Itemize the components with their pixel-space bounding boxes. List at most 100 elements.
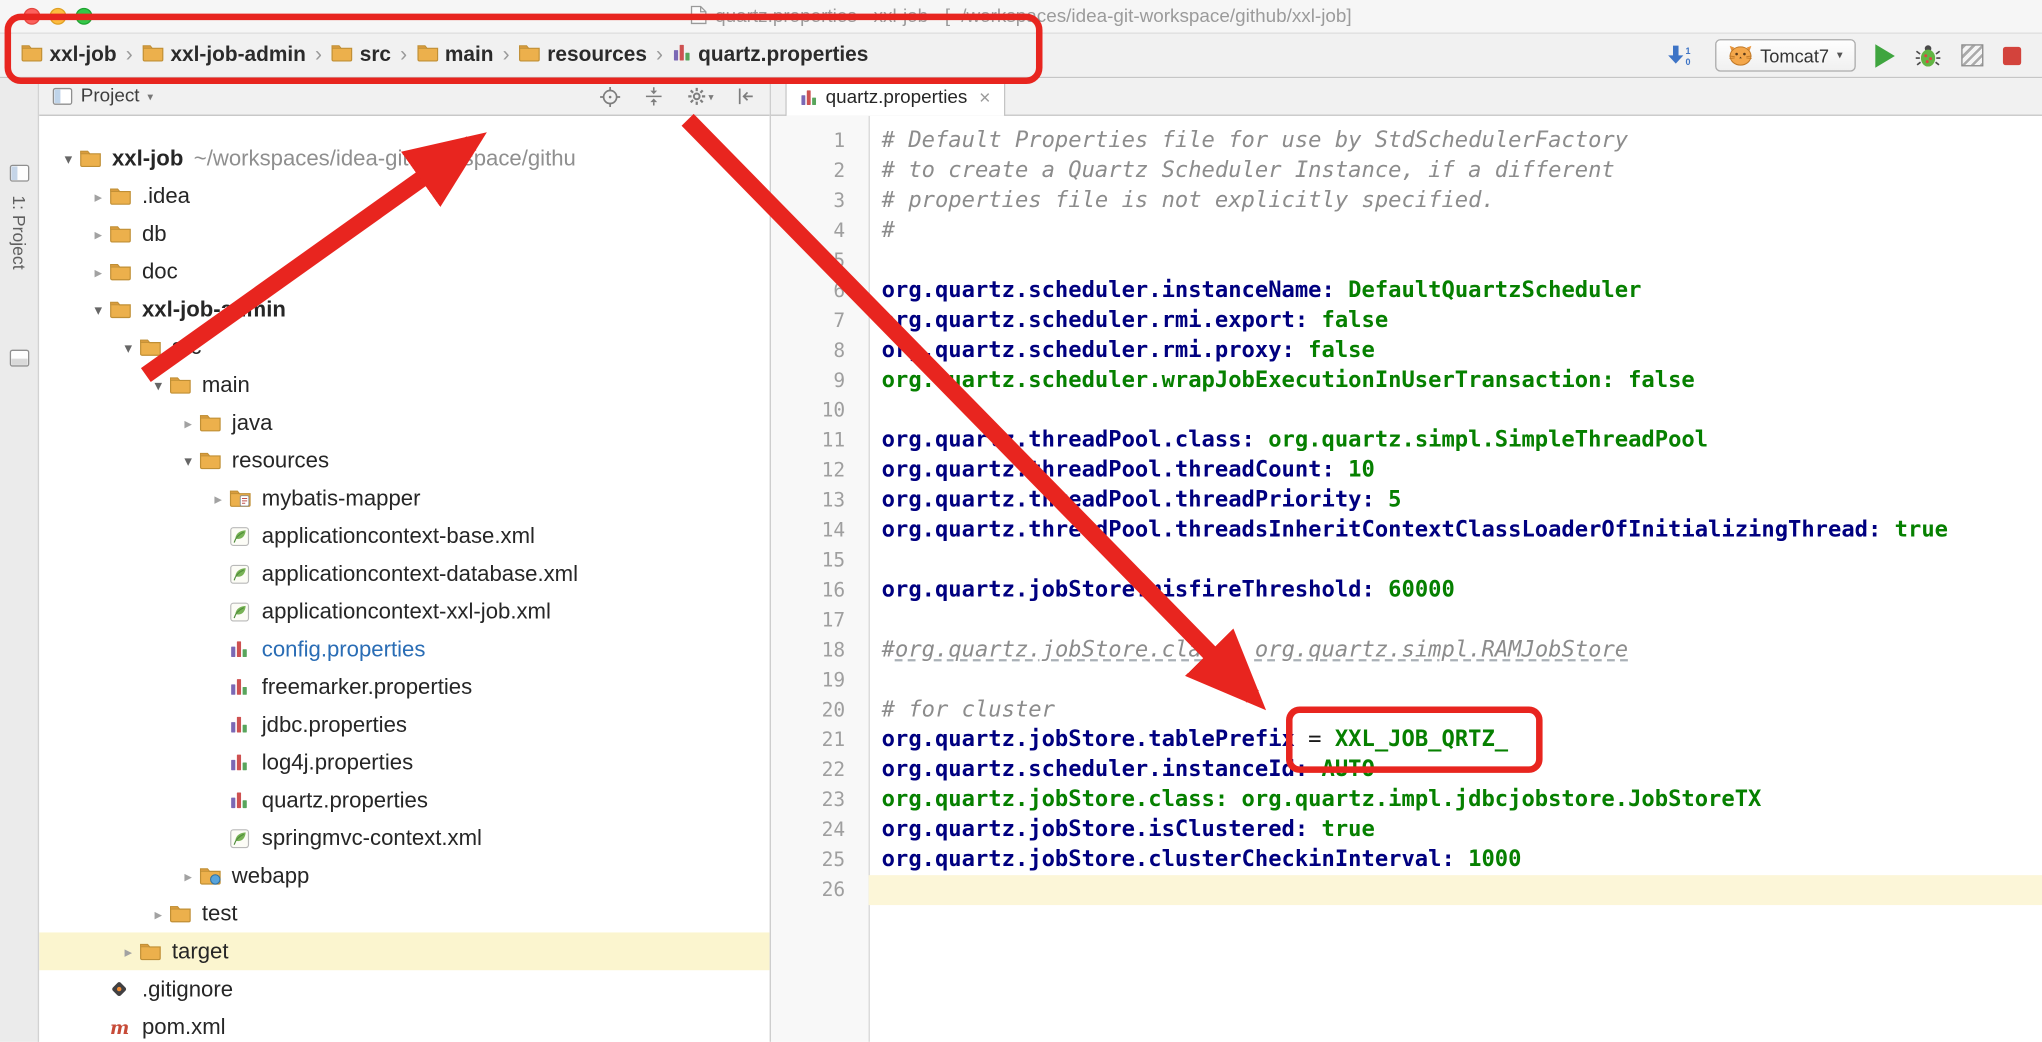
tree-item[interactable]: ▸java: [39, 404, 770, 442]
line-number[interactable]: 5: [771, 246, 869, 276]
tree-item[interactable]: ▸.idea: [39, 177, 770, 215]
project-tool-window-button[interactable]: 1: Project: [9, 195, 29, 269]
tree-item[interactable]: freemarker.properties: [39, 668, 770, 706]
run-config-selector[interactable]: Tomcat7 ▾: [1715, 39, 1856, 72]
code-line[interactable]: 9org.quartz.scheduler.wrapJobExecutionIn…: [771, 366, 2042, 396]
line-number[interactable]: 2: [771, 156, 869, 186]
line-number[interactable]: 8: [771, 336, 869, 366]
code-line[interactable]: 8org.quartz.scheduler.rmi.proxy: false: [771, 336, 2042, 366]
line-number[interactable]: 10: [771, 396, 869, 426]
line-number[interactable]: 12: [771, 456, 869, 486]
expand-arrow-icon[interactable]: ▸: [117, 942, 139, 960]
tree-item[interactable]: springmvc-context.xml: [39, 819, 770, 857]
tree-item[interactable]: ▾xxl-job~/workspaces/idea-git-workspace/…: [39, 139, 770, 177]
line-number[interactable]: 21: [771, 725, 869, 755]
tree-item[interactable]: ▾src: [39, 328, 770, 366]
code-line[interactable]: 21org.quartz.jobStore.tablePrefix = XXL_…: [771, 725, 2042, 755]
line-number[interactable]: 23: [771, 785, 869, 815]
breadcrumb-item[interactable]: xxl-job-admin: [142, 42, 306, 68]
expand-arrow-icon[interactable]: ▸: [87, 225, 109, 243]
tree-item[interactable]: ▸target: [39, 932, 770, 970]
line-number[interactable]: 20: [771, 695, 869, 725]
expand-arrow-icon[interactable]: ▸: [177, 867, 199, 885]
code-line[interactable]: 20# for cluster: [771, 695, 2042, 725]
collapse-button[interactable]: [643, 86, 664, 107]
line-number[interactable]: 9: [771, 366, 869, 396]
line-number[interactable]: 13: [771, 486, 869, 516]
editor-content[interactable]: 1# Default Properties file for use by St…: [771, 116, 2042, 1042]
line-number[interactable]: 3: [771, 186, 869, 216]
line-number[interactable]: 1: [771, 126, 869, 156]
line-number[interactable]: 16: [771, 576, 869, 606]
line-number[interactable]: 26: [771, 875, 869, 905]
tree-item[interactable]: config.properties: [39, 630, 770, 668]
code-line[interactable]: 7org.quartz.scheduler.rmi.export: false: [771, 306, 2042, 336]
line-number[interactable]: 22: [771, 755, 869, 785]
line-number[interactable]: 14: [771, 516, 869, 546]
tree-item[interactable]: mpom.xml: [39, 1008, 770, 1042]
expand-arrow-icon[interactable]: ▾: [87, 300, 109, 318]
expand-arrow-icon[interactable]: ▾: [57, 149, 79, 167]
tool-window-button-icon-2[interactable]: [9, 349, 30, 374]
expand-arrow-icon[interactable]: ▸: [87, 262, 109, 280]
breadcrumb-item[interactable]: resources: [519, 42, 647, 68]
tool-window-button-icon-1[interactable]: [9, 164, 30, 189]
expand-arrow-icon[interactable]: ▸: [207, 489, 229, 507]
expand-arrow-icon[interactable]: ▾: [117, 338, 139, 356]
tree-item[interactable]: applicationcontext-xxl-job.xml: [39, 593, 770, 631]
line-number[interactable]: 19: [771, 665, 869, 695]
tree-item[interactable]: applicationcontext-database.xml: [39, 555, 770, 593]
expand-arrow-icon[interactable]: ▸: [87, 187, 109, 205]
tree-item[interactable]: ▾xxl-job-admin: [39, 290, 770, 328]
code-line[interactable]: 3# properties file is not explicitly spe…: [771, 186, 2042, 216]
code-line[interactable]: 10: [771, 396, 2042, 426]
line-number[interactable]: 11: [771, 426, 869, 456]
expand-arrow-icon[interactable]: ▾: [147, 376, 169, 394]
code-line[interactable]: 16org.quartz.jobStore.misfireThreshold: …: [771, 576, 2042, 606]
code-line[interactable]: 18#org.quartz.jobStore.class: org.quartz…: [771, 636, 2042, 666]
line-number[interactable]: 17: [771, 606, 869, 636]
tree-item[interactable]: log4j.properties: [39, 744, 770, 782]
debug-button[interactable]: [1914, 42, 1941, 69]
code-line[interactable]: 2# to create a Quartz Scheduler Instance…: [771, 156, 2042, 186]
tree-item[interactable]: ▸mybatis-mapper: [39, 479, 770, 517]
code-line[interactable]: 15: [771, 546, 2042, 576]
update-project-button[interactable]: 1 0: [1665, 44, 1695, 66]
code-line[interactable]: 6org.quartz.scheduler.instanceName: Defa…: [771, 276, 2042, 306]
breadcrumb-item[interactable]: main: [416, 42, 493, 68]
tree-item[interactable]: ▸doc: [39, 253, 770, 291]
code-line[interactable]: 26: [771, 875, 2042, 905]
code-line[interactable]: 19: [771, 665, 2042, 695]
expand-arrow-icon[interactable]: ▾: [177, 451, 199, 469]
line-number[interactable]: 4: [771, 216, 869, 246]
code-line[interactable]: 1# Default Properties file for use by St…: [771, 126, 2042, 156]
run-button[interactable]: [1875, 44, 1895, 67]
locate-button[interactable]: [599, 85, 621, 107]
tab-close-icon[interactable]: ×: [979, 87, 990, 109]
line-number[interactable]: 18: [771, 636, 869, 666]
tree-item[interactable]: jdbc.properties: [39, 706, 770, 744]
editor-tab[interactable]: quartz.properties ×: [785, 78, 1005, 116]
code-line[interactable]: 11org.quartz.threadPool.class: org.quart…: [771, 426, 2042, 456]
code-line[interactable]: 4#: [771, 216, 2042, 246]
tree-item[interactable]: quartz.properties: [39, 781, 770, 819]
code-line[interactable]: 12org.quartz.threadPool.threadCount: 10: [771, 456, 2042, 486]
line-number[interactable]: 24: [771, 815, 869, 845]
line-number[interactable]: 15: [771, 546, 869, 576]
code-line[interactable]: 14org.quartz.threadPool.threadsInheritCo…: [771, 516, 2042, 546]
code-line[interactable]: 22org.quartz.scheduler.instanceId: AUTO: [771, 755, 2042, 785]
breadcrumb-item[interactable]: src: [331, 42, 391, 68]
tree-item[interactable]: ▾resources: [39, 441, 770, 479]
code-line[interactable]: 23org.quartz.jobStore.class: org.quartz.…: [771, 785, 2042, 815]
hide-panel-button[interactable]: [736, 86, 757, 107]
code-line[interactable]: 24org.quartz.jobStore.isClustered: true: [771, 815, 2042, 845]
breadcrumb-item[interactable]: xxl-job: [21, 42, 117, 68]
code-line[interactable]: 13org.quartz.threadPool.threadPriority: …: [771, 486, 2042, 516]
tree-item[interactable]: .gitignore: [39, 970, 770, 1008]
tree-item[interactable]: ▸webapp: [39, 857, 770, 895]
coverage-button[interactable]: [1961, 44, 1983, 66]
code-line[interactable]: 25org.quartz.jobStore.clusterCheckinInte…: [771, 845, 2042, 875]
breadcrumb-item[interactable]: quartz.properties: [672, 42, 868, 68]
line-number[interactable]: 6: [771, 276, 869, 306]
project-panel-title[interactable]: Project: [81, 86, 140, 107]
